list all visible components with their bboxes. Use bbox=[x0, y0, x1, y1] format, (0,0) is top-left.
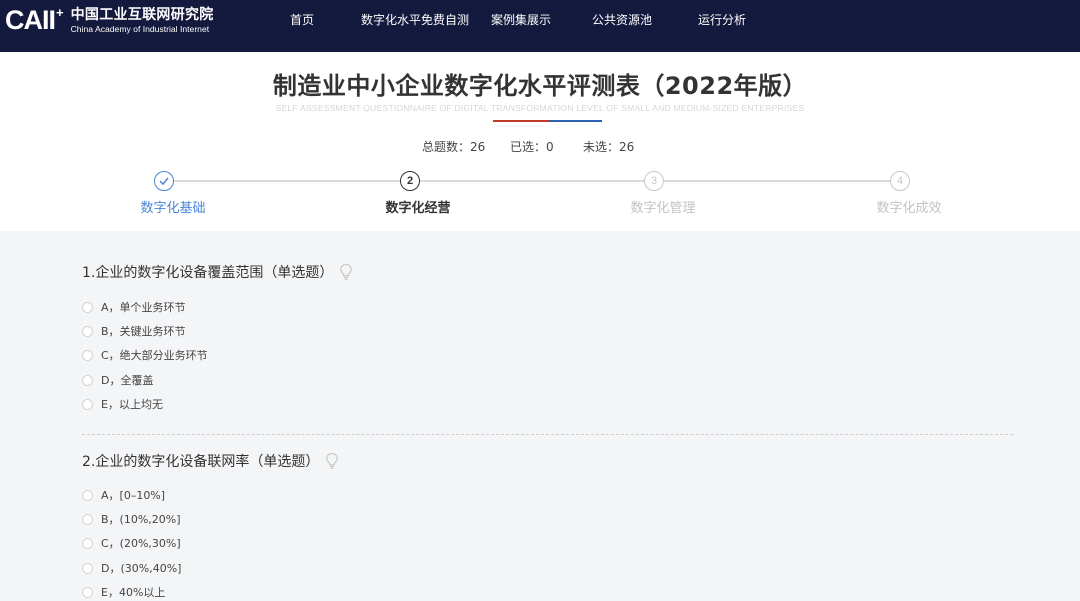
nav-operation-analysis[interactable]: 运行分析 bbox=[698, 0, 746, 40]
page-subtitle: SELF ASSESSMENT QUESTIONNAIRE OF DIGITAL… bbox=[275, 103, 805, 113]
stat-unselected-label: 未选： bbox=[583, 140, 620, 154]
stat-unselected: 未选：26 bbox=[583, 138, 634, 155]
radio-button[interactable] bbox=[82, 398, 93, 410]
radio-button[interactable] bbox=[82, 513, 93, 525]
step-connector-1 bbox=[174, 180, 410, 182]
lightbulb-icon[interactable] bbox=[325, 452, 339, 470]
lightbulb-icon[interactable] bbox=[339, 263, 353, 281]
step-4-label[interactable]: 数字化成效 bbox=[849, 197, 969, 216]
logo-text: 中国工业互联网研究院 China Academy of Industrial I… bbox=[71, 7, 214, 34]
step-connector-3 bbox=[664, 180, 900, 182]
question-divider bbox=[82, 434, 1013, 435]
question-2-text: 2.企业的数字化设备联网率（单选题） bbox=[82, 454, 320, 470]
question-1-option-e[interactable]: E，以上均无 bbox=[82, 396, 163, 412]
option-label: E，以上均无 bbox=[101, 398, 163, 411]
option-label: C，绝大部分业务环节 bbox=[101, 349, 208, 362]
stat-total-label: 总题数： bbox=[422, 140, 471, 154]
top-navbar: CAII + 中国工业互联网研究院 China Academy of Indust… bbox=[0, 0, 1080, 52]
option-label: B，关键业务环节 bbox=[101, 325, 186, 338]
question-1-title: 1.企业的数字化设备覆盖范围（单选题） bbox=[82, 262, 353, 282]
logo-mark: CAII + bbox=[5, 5, 64, 35]
questionnaire-header: 制造业中小企业数字化水平评测表（2022年版） SELF ASSESSMENT … bbox=[0, 52, 1080, 231]
title-underline-red bbox=[493, 120, 549, 122]
logo[interactable]: CAII + 中国工业互联网研究院 China Academy of Indust… bbox=[5, 5, 214, 35]
question-2-option-b[interactable]: B，(10%,20%] bbox=[82, 511, 181, 527]
logo-en-name: China Academy of Industrial Internet bbox=[70, 24, 210, 34]
radio-button[interactable] bbox=[82, 374, 93, 386]
nav-resource-pool[interactable]: 公共资源池 bbox=[592, 0, 652, 40]
logo-mark-text: CAII bbox=[5, 5, 56, 35]
radio-button[interactable] bbox=[82, 325, 93, 337]
option-label: D，全覆盖 bbox=[101, 374, 154, 387]
nav-home[interactable]: 首页 bbox=[290, 0, 314, 40]
stat-selected-value: 0 bbox=[546, 140, 554, 154]
option-label: A，单个业务环节 bbox=[101, 301, 186, 314]
check-icon bbox=[159, 177, 169, 186]
option-label: A，[0–10%] bbox=[101, 489, 166, 502]
step-4-marker[interactable]: 4 bbox=[890, 171, 910, 191]
radio-button[interactable] bbox=[82, 349, 93, 361]
step-3-marker[interactable]: 3 bbox=[644, 171, 664, 191]
question-2-option-a[interactable]: A，[0–10%] bbox=[82, 487, 165, 503]
title-underline-blue bbox=[549, 120, 602, 122]
question-1-option-c[interactable]: C，绝大部分业务环节 bbox=[82, 347, 208, 363]
radio-button[interactable] bbox=[82, 586, 93, 598]
stat-unselected-value: 26 bbox=[619, 140, 635, 154]
question-1-option-a[interactable]: A，单个业务环节 bbox=[82, 299, 186, 315]
option-label: B，(10%,20%] bbox=[101, 513, 181, 526]
question-2-option-c[interactable]: C，(20%,30%] bbox=[82, 535, 181, 551]
radio-button[interactable] bbox=[82, 537, 93, 549]
question-2-option-e[interactable]: E，40%以上 bbox=[82, 584, 165, 600]
step-2-label[interactable]: 数字化经营 bbox=[358, 197, 478, 216]
question-1-option-b[interactable]: B，关键业务环节 bbox=[82, 323, 186, 339]
step-3-label[interactable]: 数字化管理 bbox=[603, 197, 723, 216]
option-label: D，(30%,40%] bbox=[101, 562, 182, 575]
nav-self-test[interactable]: 数字化水平免费自测 bbox=[361, 0, 469, 40]
nav-case-collection[interactable]: 案例集展示 bbox=[491, 0, 551, 40]
option-label: C，(20%,30%] bbox=[101, 537, 181, 550]
logo-cn-name: 中国工业互联网研究院 bbox=[70, 7, 214, 23]
option-label: E，40%以上 bbox=[101, 586, 166, 599]
question-2-option-d[interactable]: D，(30%,40%] bbox=[82, 560, 181, 576]
step-2-marker[interactable]: 2 bbox=[400, 171, 420, 191]
question-2-title: 2.企业的数字化设备联网率（单选题） bbox=[82, 451, 339, 471]
question-1-option-d[interactable]: D，全覆盖 bbox=[82, 372, 153, 388]
radio-button[interactable] bbox=[82, 489, 93, 501]
radio-button[interactable] bbox=[82, 301, 93, 313]
step-1-marker[interactable] bbox=[154, 171, 174, 191]
stat-selected: 已选：0 bbox=[510, 138, 554, 155]
page-title: 制造业中小企业数字化水平评测表（2022年版） bbox=[272, 72, 808, 100]
logo-plus: + bbox=[56, 5, 64, 20]
stat-total: 总题数：26 bbox=[422, 138, 485, 155]
step-1-label[interactable]: 数字化基础 bbox=[113, 197, 233, 216]
stat-total-value: 26 bbox=[470, 140, 486, 154]
radio-button[interactable] bbox=[82, 562, 93, 574]
stat-selected-label: 已选： bbox=[510, 140, 547, 154]
step-connector-2 bbox=[420, 180, 654, 182]
question-1-text: 1.企业的数字化设备覆盖范围（单选题） bbox=[82, 265, 334, 281]
